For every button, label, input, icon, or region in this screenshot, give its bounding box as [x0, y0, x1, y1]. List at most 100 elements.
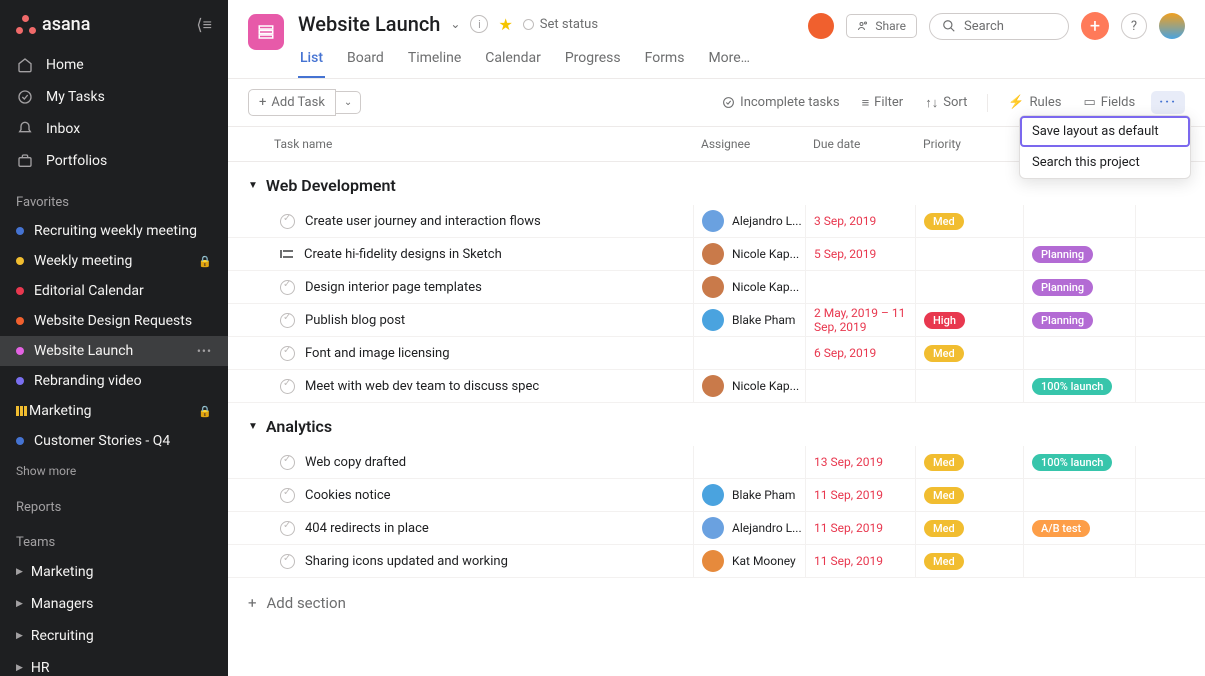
complete-checkbox[interactable]: [280, 488, 295, 503]
sidebar-item-marketing[interactable]: Marketing🔒: [0, 396, 228, 426]
sort-button[interactable]: ↑↓Sort: [919, 91, 973, 115]
due-date: 3 Sep, 2019: [814, 214, 876, 228]
due-date: 6 Sep, 2019: [814, 346, 876, 360]
task-row[interactable]: Design interior page templatesNicole Kap…: [228, 271, 1205, 304]
sidebar-item-weekly-meeting[interactable]: Weekly meeting🔒: [0, 246, 228, 276]
show-more[interactable]: Show more: [0, 456, 228, 486]
tab-calendar[interactable]: Calendar: [483, 44, 543, 78]
task-row[interactable]: Publish blog postBlake Pham2 May, 2019 –…: [228, 304, 1205, 337]
project-color-icon: [16, 437, 24, 445]
section-header[interactable]: ▼Analytics: [228, 403, 1205, 446]
project-color-icon: [16, 406, 19, 416]
project-color-icon: [16, 287, 24, 295]
assignee-name: Nicole Kap...: [732, 280, 799, 294]
asana-logo-icon: [16, 15, 36, 35]
tab-progress[interactable]: Progress: [563, 44, 623, 78]
assignee-avatar: [702, 276, 724, 298]
view-tabs: List Board Timeline Calendar Progress Forms Mo…: [298, 44, 794, 78]
nav-mytasks[interactable]: My Tasks: [0, 81, 228, 113]
filter-button[interactable]: ≡Filter: [856, 91, 910, 115]
task-row[interactable]: Sharing icons updated and workingKat Moo…: [228, 545, 1205, 578]
team-managers[interactable]: ▶Managers: [0, 588, 228, 620]
sidebar-item-recruiting-weekly-meeting[interactable]: Recruiting weekly meeting: [0, 216, 228, 246]
add-task-button[interactable]: +Add Task: [248, 89, 336, 116]
tab-board[interactable]: Board: [345, 44, 386, 78]
complete-checkbox[interactable]: [280, 280, 295, 295]
fields-icon: ▭: [1083, 95, 1095, 110]
complete-checkbox[interactable]: [280, 214, 295, 229]
info-icon[interactable]: i: [470, 15, 488, 33]
complete-checkbox[interactable]: [280, 455, 295, 470]
reports-label[interactable]: Reports: [0, 486, 228, 521]
sidebar-item-website-design-requests[interactable]: Website Design Requests: [0, 306, 228, 336]
complete-checkbox[interactable]: [280, 521, 295, 536]
team-hr[interactable]: ▶HR: [0, 652, 228, 676]
add-section-button[interactable]: +Add section: [228, 578, 1205, 628]
col-due[interactable]: Due date: [805, 137, 915, 151]
tag-pill: Planning: [1032, 246, 1093, 263]
tab-forms[interactable]: Forms: [643, 44, 687, 78]
team-marketing[interactable]: ▶Marketing: [0, 556, 228, 588]
task-row[interactable]: Web copy drafted13 Sep, 2019Med100% laun…: [228, 446, 1205, 479]
tab-list[interactable]: List: [298, 44, 325, 78]
complete-checkbox[interactable]: [280, 379, 295, 394]
rules-button[interactable]: ⚡Rules: [1002, 91, 1067, 114]
project-icon[interactable]: [248, 14, 284, 50]
due-date: 5 Sep, 2019: [814, 247, 876, 261]
nav-home[interactable]: Home: [0, 49, 228, 81]
menu-search-project[interactable]: Search this project: [1020, 147, 1190, 178]
task-row[interactable]: Cookies noticeBlake Pham11 Sep, 2019Med: [228, 479, 1205, 512]
more-actions-menu: Save layout as default Search this proje…: [1019, 115, 1191, 179]
col-priority[interactable]: Priority: [915, 137, 1023, 151]
help-button[interactable]: ?: [1121, 13, 1147, 39]
fields-button[interactable]: ▭Fields: [1077, 91, 1141, 114]
tab-more[interactable]: More…: [706, 44, 752, 78]
sidebar-item-rebranding-video[interactable]: Rebranding video: [0, 366, 228, 396]
sidebar-item-website-launch[interactable]: Website Launch•••: [0, 336, 228, 366]
task-row[interactable]: 404 redirects in placeAlejandro L...11 S…: [228, 512, 1205, 545]
portfolio-icon: [16, 153, 34, 169]
menu-save-layout[interactable]: Save layout as default: [1020, 116, 1190, 147]
star-icon[interactable]: ★: [498, 15, 512, 34]
task-row[interactable]: Font and image licensing6 Sep, 2019Med: [228, 337, 1205, 370]
assignee-name: Alejandro L...: [732, 214, 802, 228]
logo[interactable]: asana: [16, 14, 90, 35]
more-actions-button[interactable]: ···: [1151, 91, 1185, 114]
tab-timeline[interactable]: Timeline: [406, 44, 463, 78]
complete-checkbox[interactable]: [280, 346, 295, 361]
incomplete-filter[interactable]: Incomplete tasks: [716, 91, 845, 114]
add-task: +Add Task ⌄: [248, 89, 361, 116]
item-more-icon[interactable]: •••: [197, 344, 212, 358]
global-add-button[interactable]: +: [1081, 12, 1109, 40]
member-avatar[interactable]: [808, 13, 834, 39]
project-color-icon: [16, 227, 24, 235]
nav-inbox[interactable]: Inbox: [0, 113, 228, 145]
complete-checkbox[interactable]: [280, 554, 295, 569]
team-recruiting[interactable]: ▶Recruiting: [0, 620, 228, 652]
chevron-down-icon[interactable]: ⌄: [450, 17, 460, 31]
task-name: Cookies notice: [305, 488, 391, 503]
priority-pill: Med: [924, 553, 964, 570]
complete-checkbox[interactable]: [280, 313, 295, 328]
col-task-name[interactable]: Task name: [248, 137, 693, 151]
nav-portfolios[interactable]: Portfolios: [0, 145, 228, 177]
set-status[interactable]: Set status: [523, 17, 598, 32]
task-row[interactable]: Meet with web dev team to discuss specNi…: [228, 370, 1205, 403]
project-title[interactable]: Website Launch: [298, 12, 440, 36]
add-task-dropdown[interactable]: ⌄: [336, 91, 361, 114]
collapse-sidebar-icon[interactable]: ⟨≡: [196, 15, 212, 35]
task-row[interactable]: Create hi-fidelity designs in SketchNico…: [228, 238, 1205, 271]
share-button[interactable]: Share: [846, 14, 917, 38]
home-icon: [16, 57, 34, 73]
sidebar-item-editorial-calendar[interactable]: Editorial Calendar: [0, 276, 228, 306]
sidebar-item-customer-stories-q4[interactable]: Customer Stories - Q4: [0, 426, 228, 456]
filter-icon: ≡: [862, 95, 870, 111]
assignee-name: Nicole Kap...: [732, 379, 799, 393]
task-row[interactable]: Create user journey and interaction flow…: [228, 205, 1205, 238]
search-input[interactable]: Search: [929, 13, 1069, 40]
sidebar-item-label: Customer Stories - Q4: [34, 433, 170, 449]
assignee-avatar: [702, 243, 724, 265]
due-date: 11 Sep, 2019: [814, 521, 883, 535]
user-avatar[interactable]: [1159, 13, 1185, 39]
col-assignee[interactable]: Assignee: [693, 137, 805, 151]
